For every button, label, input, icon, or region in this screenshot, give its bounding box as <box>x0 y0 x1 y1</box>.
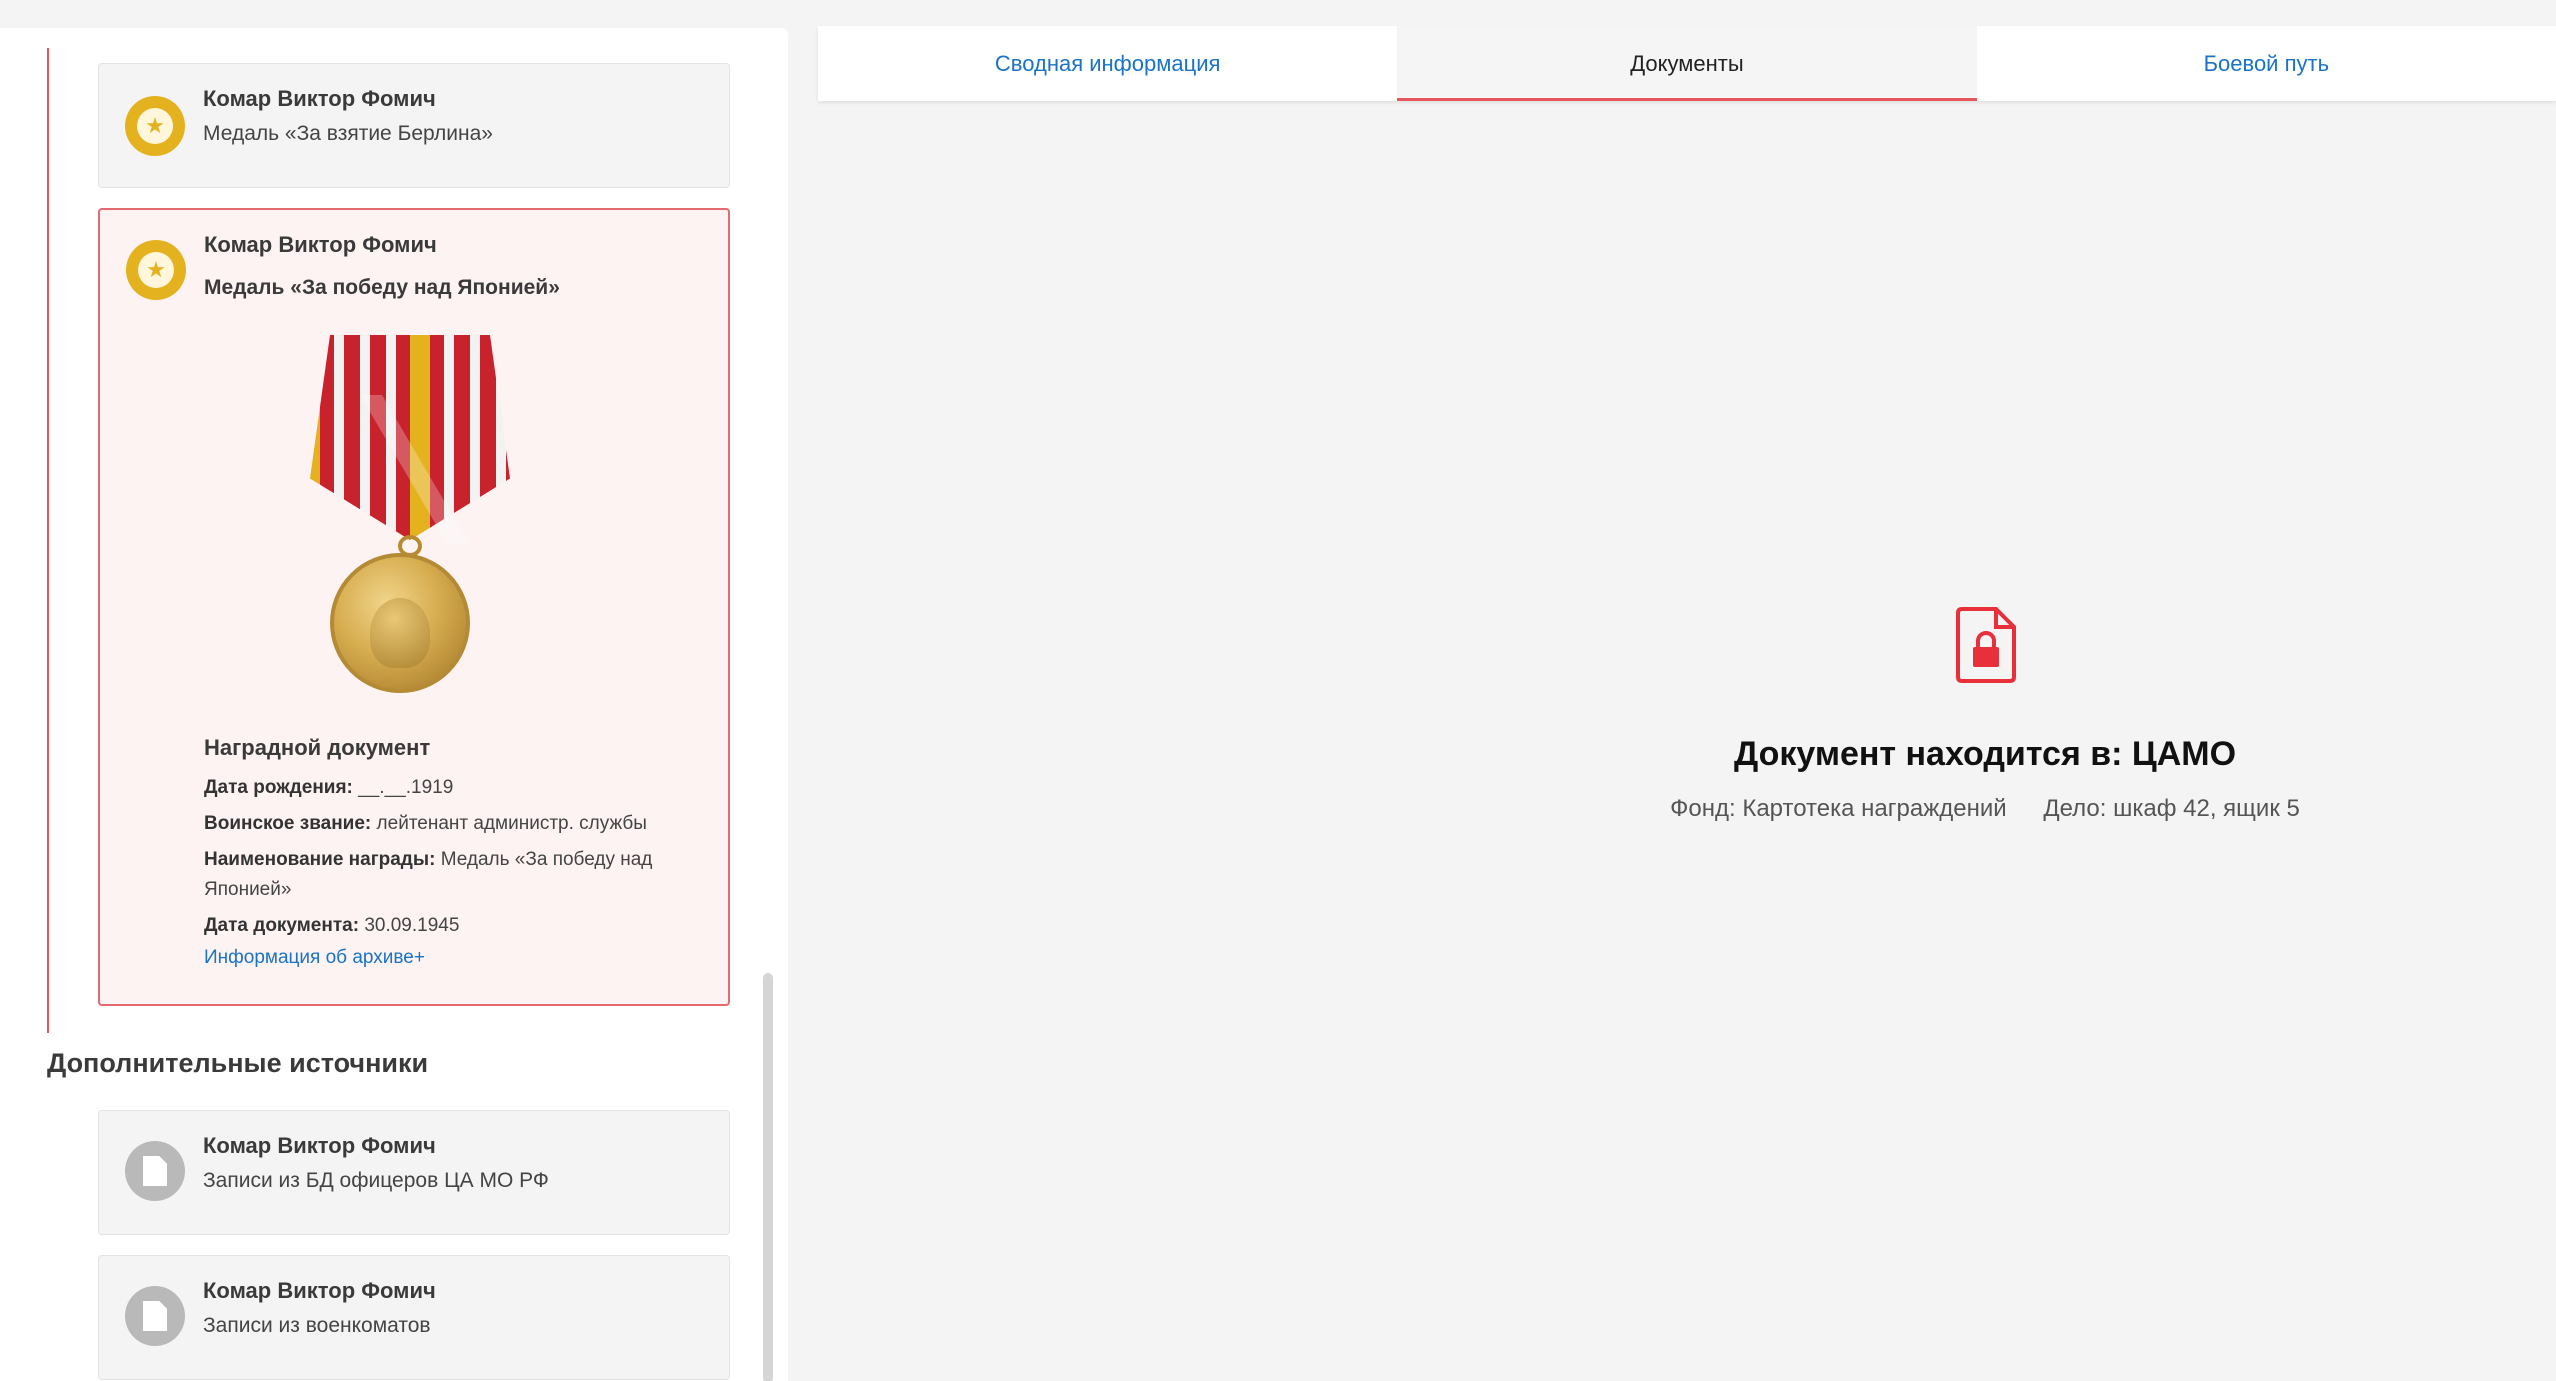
scrollbar[interactable] <box>763 48 773 1381</box>
source-name: Записи из БД офицеров ЦА МО РФ <box>203 1169 549 1192</box>
rank-label: Воинское звание: <box>204 813 372 834</box>
locked-document-icon <box>1956 607 2016 683</box>
document-location-meta: Фонд: Картотека награждений Дело: шкаф 4… <box>1500 795 2470 823</box>
tab-bar: Сводная информация Документы Боевой путь <box>818 26 2556 101</box>
scrollbar-thumb[interactable] <box>763 973 773 1381</box>
tab-combat-path[interactable]: Боевой путь <box>1977 26 2556 101</box>
document-location-heading: Документ находится в: ЦАМО <box>1733 735 2237 773</box>
person-name: Комар Виктор Фомич <box>203 86 436 111</box>
document-date-row: Дата документа: 30.09.1945 <box>204 911 704 941</box>
tab-documents[interactable]: Документы <box>1397 26 1977 101</box>
source-card-military-commissariats[interactable]: Комар Виктор Фомич Записи из военкоматов <box>98 1255 730 1380</box>
awards-list-panel: ★ Комар Виктор Фомич Медаль «За взятие Б… <box>0 28 788 1381</box>
fond-text: Фонд: Картотека награждений <box>1670 795 2007 822</box>
medal-image <box>300 335 520 700</box>
award-document: Наградной документ Дата рождения: __.__.… <box>204 735 704 969</box>
additional-sources-title: Дополнительные источники <box>47 1048 429 1078</box>
award-name-row: Наименование награды: Медаль «За победу … <box>204 845 704 905</box>
award-card-berlin[interactable]: ★ Комар Виктор Фомич Медаль «За взятие Б… <box>98 63 730 188</box>
medal-icon: ★ <box>126 240 186 300</box>
birth-date-row: Дата рождения: __.__.1919 <box>204 773 704 803</box>
person-name: Комар Виктор Фомич <box>203 1133 436 1158</box>
person-name: Комар Виктор Фомич <box>204 232 437 257</box>
delo-text: Дело: шкаф 42, ящик 5 <box>2043 795 2300 822</box>
source-name: Записи из военкоматов <box>203 1314 431 1337</box>
document-icon <box>125 1286 185 1346</box>
award-card-japan[interactable]: ★ Комар Виктор Фомич Медаль «За победу н… <box>98 208 730 1006</box>
award-name-label: Наименование награды: <box>204 849 436 870</box>
document-date-value: 30.09.1945 <box>364 915 460 936</box>
document-date-label: Дата документа: <box>204 915 360 936</box>
document-icon <box>125 1141 185 1201</box>
medal-icon: ★ <box>125 96 185 156</box>
timeline-line <box>47 48 49 1033</box>
person-name: Комар Виктор Фомич <box>203 1278 436 1303</box>
birth-date-label: Дата рождения: <box>204 777 353 798</box>
award-document-title: Наградной документ <box>204 735 431 760</box>
source-card-officers-db[interactable]: Комар Виктор Фомич Записи из БД офицеров… <box>98 1110 730 1235</box>
award-name: Медаль «За победу над Японией» <box>204 276 560 299</box>
tab-summary[interactable]: Сводная информация <box>818 26 1397 101</box>
rank-row: Воинское звание: лейтенант администр. сл… <box>204 809 704 839</box>
archive-info-link[interactable]: Информация об архиве+ <box>204 947 704 969</box>
birth-date-value: __.__.1919 <box>358 777 454 798</box>
award-name: Медаль «За взятие Берлина» <box>203 122 493 145</box>
rank-value: лейтенант администр. службы <box>376 813 647 834</box>
